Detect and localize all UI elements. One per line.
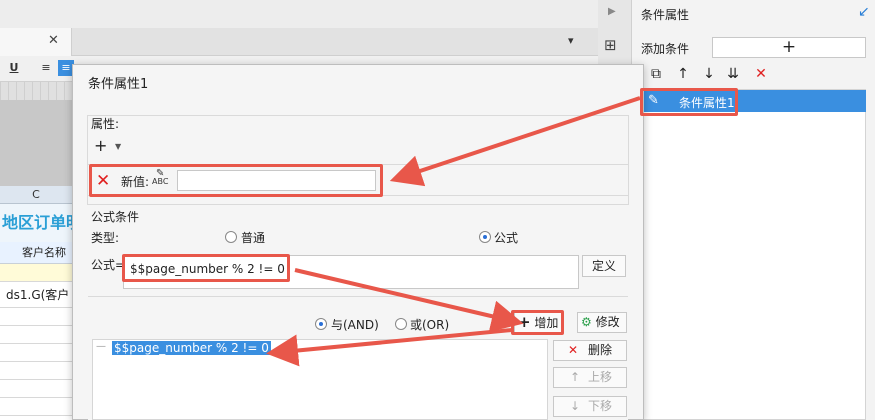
type-label: 类型: xyxy=(91,231,120,245)
arrow-up-icon: ↑ xyxy=(570,370,581,384)
dialog-title: 条件属性1 xyxy=(88,77,149,92)
edit-icon: ⚙ xyxy=(581,315,592,329)
dialog-titlebar[interactable] xyxy=(73,65,643,99)
empty-rows xyxy=(0,308,72,420)
move-down-icon[interactable]: ↓ xyxy=(700,66,718,82)
abc-label: ABC xyxy=(152,177,169,186)
remove-property-icon[interactable]: ✕ xyxy=(96,171,110,191)
document-tab[interactable] xyxy=(0,28,72,56)
formula-text: $$page_number % 2 != 0 xyxy=(130,262,285,276)
type-formula-label[interactable]: 公式 xyxy=(494,229,518,246)
sheet-margin-area xyxy=(0,100,72,186)
delete-icon[interactable]: ✕ xyxy=(752,66,770,82)
text-type-icon[interactable]: ✎ ABC xyxy=(152,169,169,186)
data-cell[interactable]: ds1.G(客户 xyxy=(0,282,72,308)
new-value-input[interactable] xyxy=(177,170,376,191)
move-up-icon[interactable]: ↑ xyxy=(674,66,692,82)
highlighted-row[interactable] xyxy=(0,264,72,282)
copy-icon[interactable]: ⧉ xyxy=(647,66,665,82)
add-property-button[interactable]: + xyxy=(94,136,107,155)
and-label[interactable]: 与(AND) xyxy=(331,316,379,333)
collapse-arrow-icon[interactable]: ▶ xyxy=(608,6,616,17)
plus-icon: + xyxy=(518,313,531,331)
panel-menu-icon[interactable]: ▾ xyxy=(568,34,574,47)
move-down-button[interactable]: ↓ 下移 xyxy=(553,396,627,417)
formula-section-label: 公式条件 xyxy=(91,210,140,224)
delete-button-label: 删除 xyxy=(588,343,613,357)
delete-button[interactable]: ✕ 删除 xyxy=(553,340,627,361)
move-up-button[interactable]: ↑ 上移 xyxy=(553,367,627,388)
tab-bar xyxy=(0,28,598,56)
type-formula-radio[interactable] xyxy=(479,231,491,243)
or-label[interactable]: 或(OR) xyxy=(410,316,449,333)
condition-list-item[interactable] xyxy=(642,90,866,112)
arrow-down-icon: ↓ xyxy=(570,399,581,413)
chevron-down-icon[interactable]: ▼ xyxy=(115,142,121,151)
add-button-label: 增加 xyxy=(534,316,559,330)
add-condition-label: 添加条件 xyxy=(641,42,690,56)
ruler xyxy=(0,82,72,100)
condition-list xyxy=(641,89,866,420)
grid-settings-icon[interactable]: ⊞ xyxy=(604,36,617,54)
define-button[interactable]: 定义 xyxy=(582,255,626,277)
tree-connector: — xyxy=(96,341,106,352)
column-header[interactable]: C xyxy=(0,186,72,204)
move-bottom-icon[interactable]: ⇊ xyxy=(724,66,742,82)
header-cell[interactable]: 客户名称 xyxy=(0,242,72,264)
property-label: 属性: xyxy=(91,117,120,131)
edit-button[interactable]: ⚙ 修改 xyxy=(577,312,627,333)
edit-button-label: 修改 xyxy=(595,315,620,329)
and-radio[interactable] xyxy=(315,318,327,330)
add-condition-button[interactable]: + xyxy=(712,37,866,58)
close-tab-icon[interactable]: ✕ xyxy=(48,33,59,48)
add-button[interactable]: + 增加 xyxy=(514,312,564,333)
report-title-cell[interactable]: 地区订单明 xyxy=(0,204,72,242)
type-normal-radio[interactable] xyxy=(225,231,237,243)
pin-icon[interactable]: ↙ xyxy=(858,4,870,20)
delete-icon: ✕ xyxy=(568,343,579,357)
formula-label: 公式= xyxy=(91,258,126,272)
or-radio[interactable] xyxy=(395,318,407,330)
new-value-label: 新值: xyxy=(121,175,150,189)
move-up-label: 上移 xyxy=(588,370,613,384)
type-normal-label[interactable]: 普通 xyxy=(241,229,265,246)
move-down-label: 下移 xyxy=(588,399,613,413)
pencil-icon: ✎ xyxy=(648,93,659,108)
condition-expression-item[interactable]: $$page_number % 2 != 0 xyxy=(112,341,271,355)
underline-button[interactable]: U xyxy=(6,60,22,76)
condition-item-label: 条件属性1 xyxy=(679,96,735,110)
align-left-icon[interactable]: ≡ xyxy=(38,60,54,76)
panel-title: 条件属性 xyxy=(641,8,690,22)
